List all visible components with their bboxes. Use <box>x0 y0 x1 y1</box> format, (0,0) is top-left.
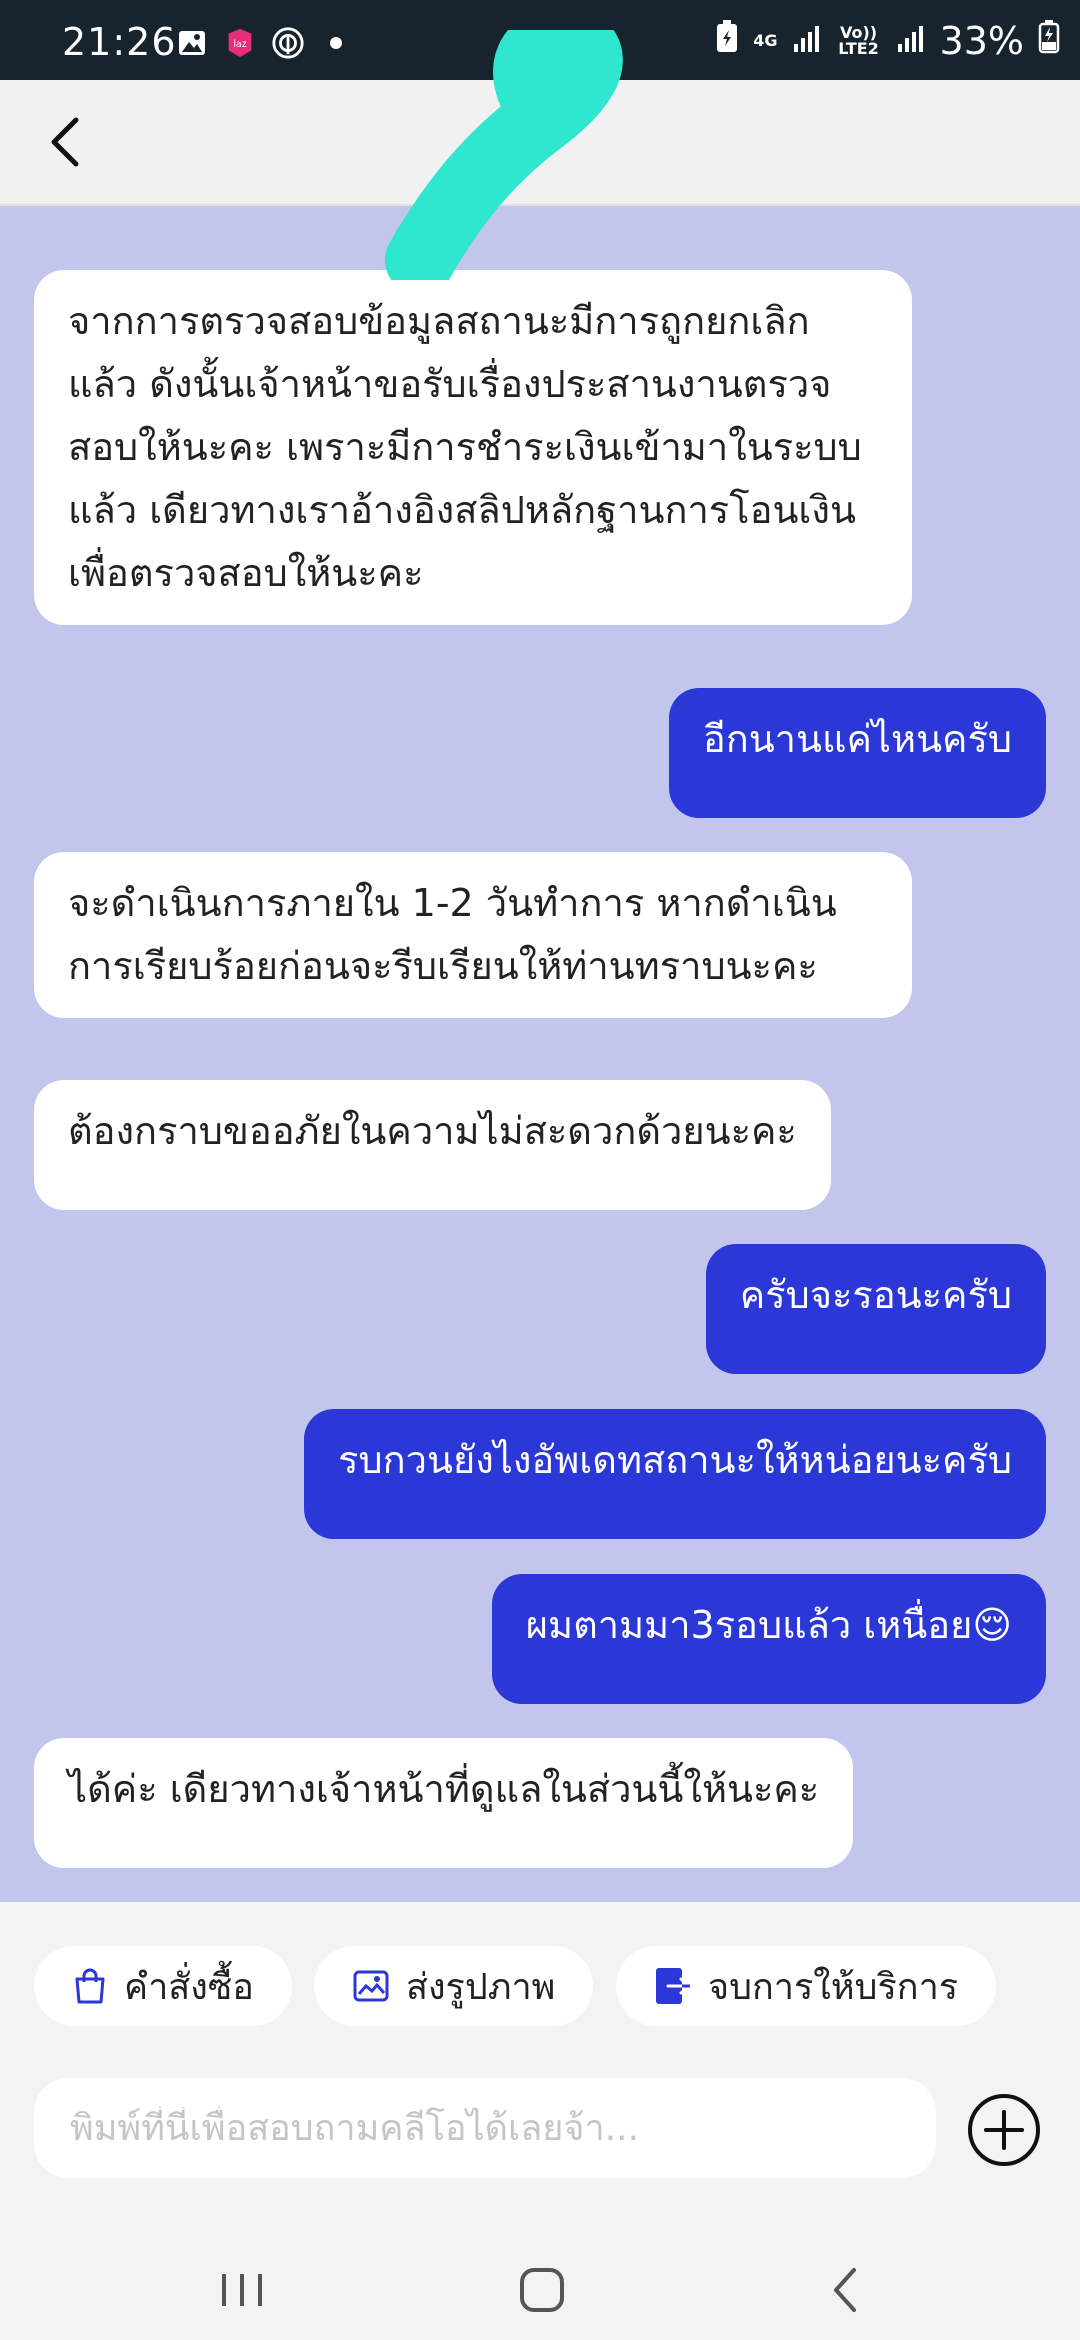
at-icon <box>271 26 305 60</box>
shopping-bag-icon <box>75 1968 105 2004</box>
system-back-button[interactable] <box>806 2258 886 2322</box>
outgoing-message: รบกวนยังไงอัพเดทสถานะให้หน่อยนะครับ <box>304 1409 1046 1539</box>
status-time: 21:26 <box>62 20 177 64</box>
signal-icon <box>896 19 926 63</box>
lazada-icon: laz <box>223 26 257 60</box>
incoming-message: ต้องกราบขออภัยในความไม่สะดวกด้วยนะคะ <box>34 1080 831 1210</box>
home-icon <box>520 2268 564 2312</box>
chevron-left-icon <box>51 117 79 167</box>
home-button[interactable] <box>502 2258 582 2322</box>
volte-indicator: Vo)) LTE2 <box>838 22 879 58</box>
recent-apps-icon <box>222 2274 262 2306</box>
image-icon <box>175 26 209 60</box>
plus-circle-icon <box>968 2094 1040 2166</box>
send-image-chip[interactable]: ส่งรูปภาพ <box>314 1946 594 2026</box>
message-list[interactable]: จากการตรวจสอบข้อมูลสถานะมีการถูกยกเลิกแล… <box>0 204 1080 1904</box>
incoming-message: จากการตรวจสอบข้อมูลสถานะมีการถูกยกเลิกแล… <box>34 270 912 625</box>
recent-apps-button[interactable] <box>202 2258 282 2322</box>
orders-chip[interactable]: คำสั่งซื้อ <box>34 1946 292 2026</box>
outgoing-message: ครับจะรอนะครับ <box>705 1244 1046 1374</box>
back-button[interactable] <box>38 110 98 174</box>
exit-icon <box>656 1968 690 2004</box>
message-input-box[interactable] <box>34 2078 936 2178</box>
signal-icon <box>792 19 822 63</box>
send-image-chip-label: ส่งรูปภาพ <box>406 1966 556 2008</box>
add-attachment-button[interactable] <box>966 2092 1042 2168</box>
battery-saver-icon <box>715 18 739 63</box>
outgoing-message: อีกนานแค่ไหนครับ <box>668 688 1046 818</box>
back-icon <box>834 2268 856 2312</box>
network-type: 4G <box>753 30 778 50</box>
end-service-chip[interactable]: จบการให้บริการ <box>616 1946 997 2026</box>
system-icons: 4G Vo)) LTE2 33% <box>715 18 1060 63</box>
orders-chip-label: คำสั่งซื้อ <box>124 1966 254 2008</box>
image-icon <box>353 1970 389 2002</box>
system-nav-bar <box>0 2240 1080 2340</box>
redaction-mark <box>385 30 623 280</box>
message-input[interactable] <box>68 2106 902 2150</box>
svg-text:laz: laz <box>233 39 246 50</box>
end-service-chip-label: จบการให้บริการ <box>708 1966 959 2008</box>
battery-percent: 33% <box>939 18 1024 63</box>
dot-icon <box>319 26 353 60</box>
battery-icon <box>1038 18 1060 63</box>
incoming-message: ได้ค่ะ เดียวทางเจ้าหน้าที่ดูแลในส่วนนี้ใ… <box>34 1738 854 1868</box>
incoming-message: จะดำเนินการภายใน 1-2 วันทำการ หากดำเนินก… <box>34 852 912 1018</box>
outgoing-message: ผมตามมา3รอบแล้ว เหนื่อย😌 <box>491 1574 1046 1704</box>
notification-icons: laz <box>175 26 353 60</box>
